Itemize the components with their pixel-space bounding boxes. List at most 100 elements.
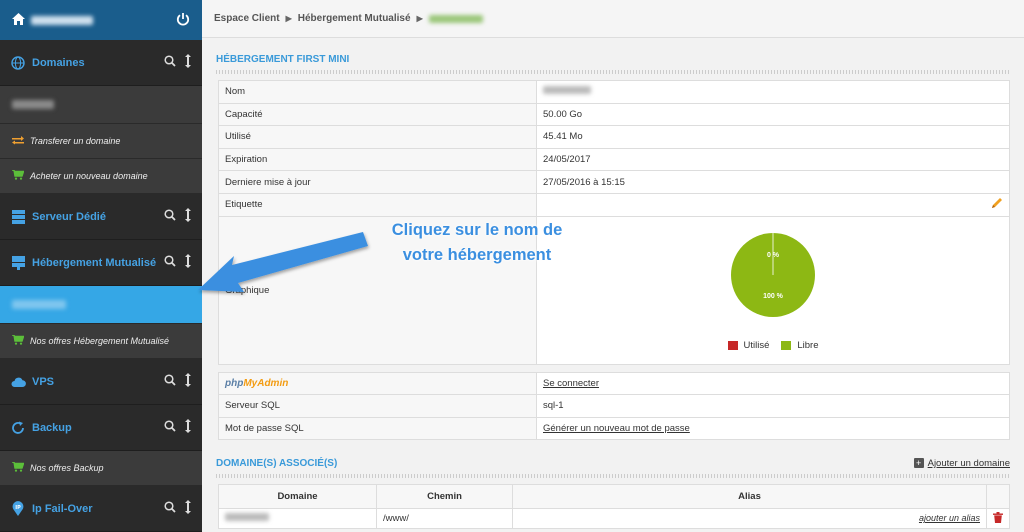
row-value: 27/05/2016 à 15:15: [536, 170, 1010, 194]
sort-icon[interactable]: [184, 499, 192, 518]
row-key: Mot de passe SQL: [218, 416, 537, 441]
row-value: 50.00 Go: [536, 102, 1010, 127]
search-icon[interactable]: [164, 55, 176, 70]
callout-line: Cliquez sur le nom de: [391, 221, 563, 239]
sort-icon[interactable]: [184, 253, 192, 272]
domain-cell: [218, 508, 377, 530]
search-icon[interactable]: [164, 374, 176, 389]
pencil-icon[interactable]: [991, 198, 1003, 212]
add-domain-label: Ajouter un domaine: [927, 457, 1010, 469]
table-row: Mot de passe SQL Générer un nouveau mot …: [218, 416, 1010, 441]
hosting-icon: [10, 255, 26, 271]
refresh-icon: [10, 420, 26, 436]
buy-domain-link[interactable]: Acheter un nouveau domaine: [0, 159, 202, 194]
sidebar-item-label: Hébergement Mutualisé: [32, 256, 157, 269]
domains-table: Domaine Chemin Alias /www/ ajouter un al…: [218, 484, 1010, 530]
column-header: Chemin: [376, 484, 513, 510]
cart-icon: [12, 168, 25, 183]
pie-label-free: 100 %: [763, 293, 784, 300]
transfer-icon: [12, 135, 24, 148]
table-row: /www/ ajouter un alias: [218, 508, 1010, 530]
row-key: Utilisé: [218, 125, 537, 149]
section-title: HÉBERGEMENT FIRST MINI: [216, 52, 1010, 66]
sort-icon[interactable]: [184, 418, 192, 437]
transfer-domain-label: Transferer un domaine: [30, 136, 121, 146]
row-value: 45.41 Mo: [536, 125, 1010, 149]
hosting-item-selected[interactable]: [0, 286, 202, 324]
legend-swatch-free: [781, 340, 792, 350]
search-icon[interactable]: [164, 420, 176, 435]
sort-icon[interactable]: [184, 207, 192, 226]
breadcrumb: Espace Client ▶ Hébergement Mutualisé ▶: [202, 0, 1024, 38]
row-key: Derniere mise à jour: [218, 170, 537, 194]
breadcrumb-item[interactable]: Hébergement Mutualisé: [298, 13, 411, 24]
trash-icon[interactable]: [993, 511, 1003, 526]
breadcrumb-hosting-redacted: [428, 14, 483, 23]
row-value: [536, 192, 1010, 217]
power-icon[interactable]: [176, 12, 190, 29]
sidebar: Domaines Transferer un domaine Acheter u…: [0, 0, 202, 532]
search-icon[interactable]: [164, 501, 176, 516]
row-key: Etiquette: [218, 192, 537, 217]
transfer-domain-link[interactable]: Transferer un domaine: [0, 124, 202, 159]
section-title: DOMAINE(S) ASSOCIÉ(S) + Ajouter un domai…: [216, 456, 1010, 470]
search-icon[interactable]: [164, 209, 176, 224]
sidebar-item-label: Serveur Dédié: [32, 210, 106, 223]
divider: [216, 474, 1010, 479]
hosting-name-redacted: [543, 86, 591, 95]
domains-assoc-title: DOMAINE(S) ASSOCIÉ(S): [216, 457, 338, 469]
generate-password-link[interactable]: Générer un nouveau mot de passe: [543, 423, 690, 434]
table-row: Utilisé 45.41 Mo: [218, 125, 1010, 149]
sidebar-item-label: Backup: [32, 421, 72, 434]
server-icon: [10, 209, 26, 225]
column-header: [986, 484, 1010, 510]
pma-logo-myadmin: MyAdmin: [243, 377, 289, 389]
breadcrumb-item[interactable]: Espace Client: [214, 13, 280, 24]
chart-cell: 0 % 100 % Utilisé Libre: [536, 215, 1010, 365]
sort-icon[interactable]: [184, 372, 192, 391]
table-row: Graphique 0 % 100 % Utilisé Libre: [218, 215, 1010, 365]
sidebar-item-hebergement-mutualise[interactable]: Hébergement Mutualisé: [0, 240, 202, 286]
add-alias-link[interactable]: ajouter un alias: [919, 513, 980, 523]
sidebar-item-domaines[interactable]: Domaines: [0, 40, 202, 86]
home-icon[interactable]: [12, 12, 25, 28]
legend-swatch-used: [727, 340, 738, 350]
hosting-info-table: Nom Capacité 50.00 Go Utilisé 45.41 Mo E…: [218, 80, 1010, 365]
path-cell: /www/: [376, 508, 513, 530]
table-row: Nom: [218, 80, 1010, 104]
row-value: Se connecter: [536, 371, 1010, 396]
legend-label-free: Libre: [797, 339, 819, 351]
backup-offers-label: Nos offres Backup: [30, 463, 104, 473]
sidebar-item-ip-fail-over[interactable]: IP Ip Fail-Over: [0, 486, 202, 532]
table-row: Capacité 50.00 Go: [218, 102, 1010, 127]
shared-offers-link[interactable]: Nos offres Hébergement Mutualisé: [0, 324, 202, 359]
main-content: Espace Client ▶ Hébergement Mutualisé ▶ …: [202, 0, 1024, 532]
domain-name-redacted: [12, 100, 54, 109]
row-key: Expiration: [218, 147, 537, 172]
callout-line: votre hébergement: [402, 246, 552, 264]
backup-offers-link[interactable]: Nos offres Backup: [0, 451, 202, 486]
sidebar-item-label: Domaines: [32, 56, 85, 69]
alias-cell: ajouter un alias: [512, 508, 987, 530]
sort-icon[interactable]: [184, 53, 192, 72]
domain-item[interactable]: [0, 86, 202, 124]
row-value: 24/05/2017: [536, 147, 1010, 172]
sql-table: phpMyAdmin Se connecter Serveur SQL sql-…: [218, 371, 1010, 441]
sidebar-item-backup[interactable]: Backup: [0, 405, 202, 451]
sidebar-header: [0, 0, 202, 40]
phpmyadmin-logo: phpMyAdmin: [218, 371, 537, 396]
chart-legend: Utilisé Libre: [727, 339, 819, 351]
sidebar-item-label: Ip Fail-Over: [32, 502, 93, 515]
row-key: Nom: [218, 80, 537, 104]
pma-connect-link[interactable]: Se connecter: [543, 378, 599, 389]
table-row: Expiration 24/05/2017: [218, 147, 1010, 172]
add-domain-button[interactable]: + Ajouter un domaine: [913, 457, 1010, 469]
sidebar-item-vps[interactable]: VPS: [0, 359, 202, 405]
tutorial-callout: Cliquez sur le nom de votre hébergement: [368, 218, 586, 268]
column-header: Alias: [512, 484, 987, 510]
buy-domain-label: Acheter un nouveau domaine: [30, 171, 148, 181]
column-header: Domaine: [218, 484, 377, 510]
cloud-icon: [10, 374, 26, 390]
sidebar-item-serveur-dedie[interactable]: Serveur Dédié: [0, 194, 202, 240]
search-icon[interactable]: [164, 255, 176, 270]
